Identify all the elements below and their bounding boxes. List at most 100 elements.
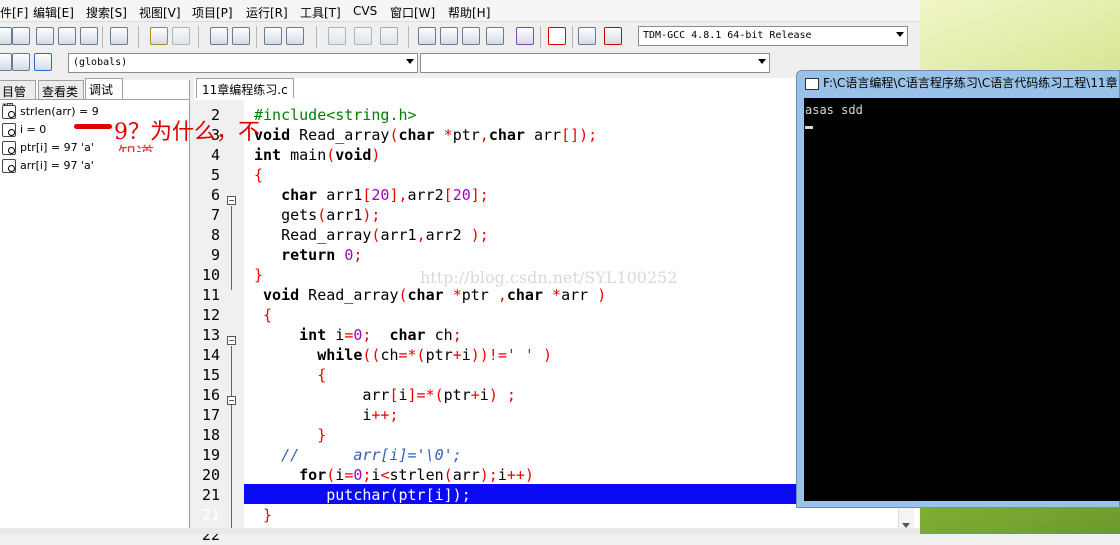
forward-icon[interactable] bbox=[354, 27, 372, 45]
grid-icon[interactable] bbox=[418, 27, 436, 45]
code-line: { bbox=[263, 306, 273, 324]
find-icon[interactable] bbox=[210, 27, 228, 45]
undo-icon[interactable] bbox=[150, 27, 168, 45]
console-icon bbox=[805, 77, 819, 90]
code-line: // arr[i]='\0'; bbox=[281, 446, 462, 464]
watch-label: strlen(arr) = 9 bbox=[20, 105, 99, 118]
code-line: void Read_array(char *ptr,char arr[]); bbox=[254, 126, 598, 144]
tiles-icon[interactable] bbox=[486, 27, 504, 45]
line-number: 14 bbox=[201, 346, 220, 364]
line-number: 7 bbox=[210, 206, 220, 224]
unindent-icon[interactable] bbox=[286, 27, 304, 45]
annotation-text-partial: 知道 bbox=[118, 140, 154, 152]
editor-tab[interactable]: 11章编程练习.c bbox=[196, 78, 294, 98]
window-icon[interactable] bbox=[440, 27, 458, 45]
line-number: 10 bbox=[201, 266, 220, 284]
console-title-text: F:\C语言编程\C语言程序练习\C语言代码练习工程\11章 bbox=[823, 76, 1118, 90]
code-line: #include<string.h> bbox=[254, 106, 417, 124]
watermark: http://blog.csdn.net/SYL100252 bbox=[420, 268, 678, 287]
fold-toggle[interactable]: − bbox=[227, 336, 236, 345]
console-cursor bbox=[805, 126, 813, 129]
debug-icon[interactable] bbox=[604, 27, 622, 45]
stop-icon[interactable] bbox=[548, 27, 566, 45]
class-icon[interactable] bbox=[0, 53, 12, 71]
page-icon[interactable] bbox=[36, 27, 54, 45]
line-number: 8 bbox=[210, 226, 220, 244]
line-number-current: 21 bbox=[201, 506, 220, 524]
save-all-icon[interactable] bbox=[58, 27, 76, 45]
bookmark-icon[interactable] bbox=[380, 27, 398, 45]
line-number: 19 bbox=[201, 446, 220, 464]
watch-item[interactable]: strlen(arr) = 9 bbox=[2, 105, 99, 122]
line-number: 16 bbox=[201, 386, 220, 404]
code-line: while((ch=*(ptr+i))!=' ' ) bbox=[317, 346, 553, 364]
fold-toggle[interactable]: − bbox=[227, 396, 236, 405]
code-line: arr[i]=*(ptr+i) ; bbox=[254, 386, 516, 404]
menu-search[interactable]: 搜索[S] bbox=[86, 4, 127, 21]
edit-icon[interactable] bbox=[12, 27, 30, 45]
fold-toggle[interactable]: − bbox=[227, 196, 236, 205]
watch-label: arr[i] = 97 'a' bbox=[20, 159, 94, 172]
tab-classes[interactable]: 查看类 bbox=[38, 80, 84, 99]
console-output-text: asas sdd bbox=[805, 103, 863, 117]
code-line: gets(arr1); bbox=[254, 206, 381, 224]
code-line-current: putchar(ptr[i]); bbox=[254, 486, 471, 504]
watch-item[interactable]: ptr[i] = 97 'a' bbox=[2, 141, 94, 158]
code-line: i++; bbox=[254, 406, 399, 424]
replace-icon[interactable] bbox=[232, 27, 250, 45]
code-line: } bbox=[254, 266, 264, 284]
watch-icon bbox=[2, 123, 16, 137]
check-icon[interactable] bbox=[516, 27, 534, 45]
watch-item[interactable]: i = 0 bbox=[2, 123, 46, 140]
menu-window[interactable]: 窗口[W] bbox=[390, 4, 435, 21]
watch-label: i = 0 bbox=[20, 123, 47, 136]
open-icon[interactable] bbox=[0, 27, 12, 45]
tab-project[interactable]: 目管理 bbox=[0, 80, 36, 116]
menu-edit[interactable]: 编辑[E] bbox=[33, 4, 74, 21]
redo-icon[interactable] bbox=[172, 27, 190, 45]
menu-project[interactable]: 项目[P] bbox=[192, 4, 233, 21]
console-window[interactable]: F:\C语言编程\C语言程序练习\C语言代码练习工程\11章 asas sdd bbox=[796, 70, 1120, 508]
bookmark-blue-icon[interactable] bbox=[34, 53, 52, 71]
menu-help[interactable]: 帮助[H] bbox=[448, 4, 490, 21]
menu-file[interactable]: 件[F] bbox=[0, 4, 28, 21]
watch-label: ptr[i] = 97 'a' bbox=[20, 141, 94, 154]
tab-debug[interactable]: 调试 bbox=[85, 78, 123, 99]
menu-bar: 件[F] 编辑[E] 搜索[S] 视图[V] 项目[P] 运行[R] 工具[T]… bbox=[0, 0, 920, 22]
line-number: 15 bbox=[201, 366, 220, 384]
menu-run[interactable]: 运行[R] bbox=[246, 4, 288, 21]
menu-tools[interactable]: 工具[T] bbox=[300, 4, 341, 21]
watch-icon bbox=[2, 141, 16, 155]
code-line: Read_array(arr1,arr2 ); bbox=[254, 226, 489, 244]
compiler-select-value: TDM-GCC 4.8.1 64-bit Release bbox=[643, 30, 812, 41]
console-title: F:\C语言编程\C语言程序练习\C语言代码练习工程\11章 bbox=[805, 74, 1120, 96]
project-panel: 目管理 查看类 调试 strlen(arr) = 9 i = 0 ptr[i] … bbox=[0, 78, 190, 534]
line-number: 17 bbox=[201, 406, 220, 424]
scope-select-value: (globals) bbox=[73, 57, 128, 68]
watch-item[interactable]: arr[i] = 97 'a' bbox=[2, 159, 94, 176]
code-line: int main(void) bbox=[254, 146, 381, 164]
code-line: for(i=0;i<strlen(arr);i++) bbox=[299, 466, 534, 484]
back-icon[interactable] bbox=[328, 27, 346, 45]
layout-icon[interactable] bbox=[462, 27, 480, 45]
line-number: 13 bbox=[201, 326, 220, 344]
scope-select[interactable]: (globals) bbox=[68, 53, 418, 73]
function-select[interactable] bbox=[420, 53, 770, 73]
print-icon[interactable] bbox=[110, 27, 128, 45]
console-output[interactable]: asas sdd bbox=[804, 98, 1120, 501]
watch-icon bbox=[2, 105, 16, 119]
code-line: } bbox=[317, 426, 327, 444]
indent-icon[interactable] bbox=[264, 27, 282, 45]
code-line: { bbox=[254, 166, 264, 184]
menu-cvs[interactable]: CVS bbox=[353, 4, 377, 18]
code-line: { bbox=[317, 366, 327, 384]
chart-icon[interactable] bbox=[578, 27, 596, 45]
watch-icon bbox=[2, 159, 16, 173]
compiler-select[interactable]: TDM-GCC 4.8.1 64-bit Release bbox=[638, 26, 908, 46]
goto-icon[interactable] bbox=[12, 53, 30, 71]
line-number: 21 bbox=[201, 486, 220, 504]
menu-view[interactable]: 视图[V] bbox=[139, 4, 181, 21]
close-file-icon[interactable] bbox=[80, 27, 98, 45]
line-number: 12 bbox=[201, 306, 220, 324]
line-number: 6 bbox=[210, 186, 220, 204]
